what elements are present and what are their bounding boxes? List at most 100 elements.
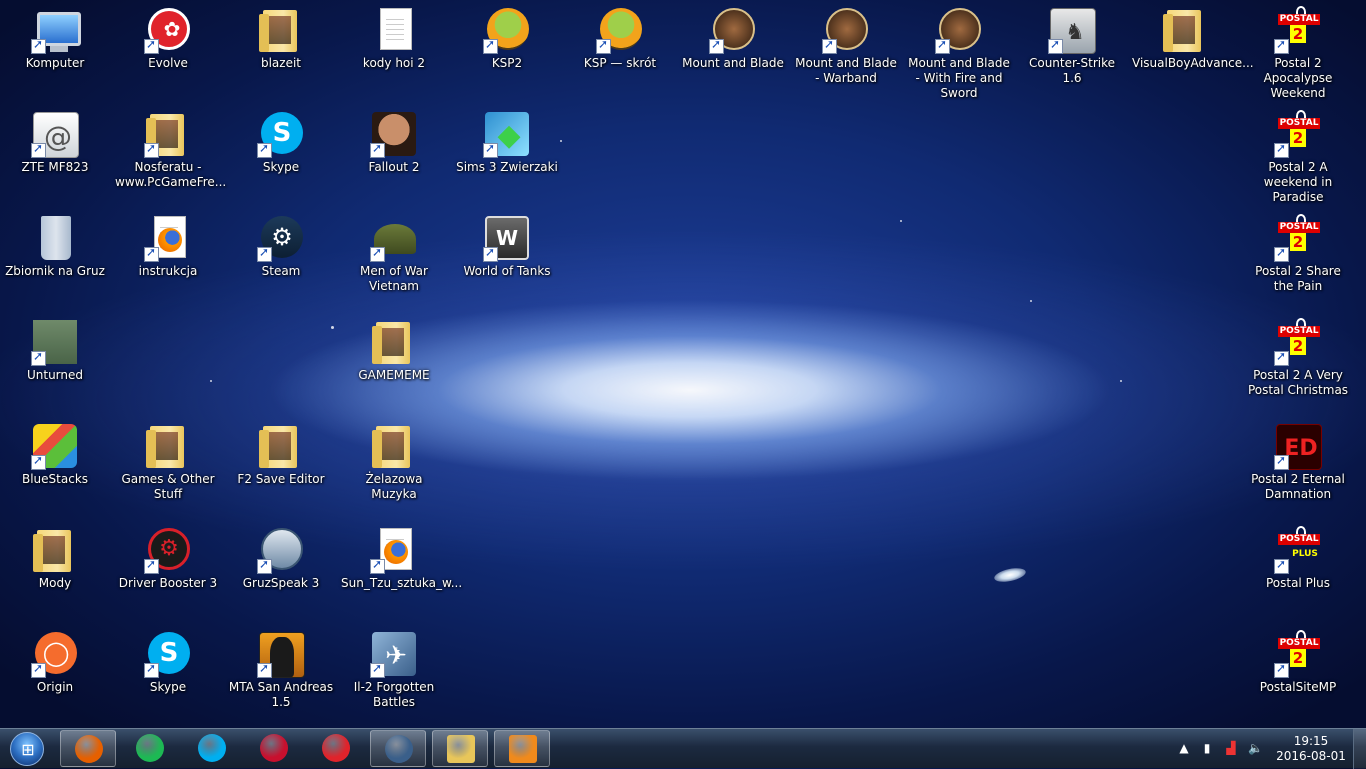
desktop-icon-unturned[interactable]: Unturned	[0, 312, 110, 412]
desktop-icon-skype[interactable]: S Skype	[226, 104, 336, 204]
shortcut-arrow-icon	[144, 557, 159, 574]
desktop-icon-il2[interactable]: ✈Il-2 Forgotten Battles	[339, 624, 449, 724]
desktop-icon-sims[interactable]: ◆ Sims 3 Zwierzaki	[452, 104, 562, 204]
shortcut-arrow-icon	[370, 245, 385, 262]
shortcut-arrow-icon	[31, 37, 46, 54]
shortcut-arrow-icon	[1048, 37, 1063, 54]
show-hidden-icons-icon[interactable]: ▲	[1177, 741, 1191, 755]
desktop-icon-kerbal[interactable]: KSP — skrót	[565, 0, 675, 100]
desktop-icon-mab[interactable]: Mount and Blade - Warband	[791, 0, 901, 100]
taskbar-button-spotify[interactable]	[122, 730, 178, 767]
icon-label: Żelazowa Muzyka	[365, 472, 423, 501]
desktop-icon-mab[interactable]: Mount and Blade - With Fire and Sword	[904, 0, 1014, 100]
desktop-icon-folder[interactable]: GAMEMEME	[339, 312, 449, 412]
icon-label: Komputer	[25, 56, 85, 70]
icon-label: ZTE MF823	[21, 160, 89, 174]
desktop-icon-ts[interactable]: GruzSpeak 3	[226, 520, 336, 620]
shortcut-arrow-icon	[1274, 557, 1289, 574]
icon-image	[144, 422, 192, 470]
icon-label: Zbiornik na Gruz	[5, 264, 105, 278]
desktop-icon-postal[interactable]: POSTAL2 PostalSiteMP	[1243, 624, 1353, 724]
icon-image: ✿	[144, 6, 192, 54]
icon-label: Postal Plus	[1265, 576, 1331, 590]
desktop-icon-doc[interactable]: kody hoi 2	[339, 0, 449, 100]
desktop-icon-mab[interactable]: Mount and Blade	[678, 0, 788, 100]
icon-label: GAMEMEME	[358, 368, 430, 382]
icon-label: PostalSiteMP	[1259, 680, 1337, 694]
start-button[interactable]: ⊞	[4, 730, 50, 767]
icon-image: S	[257, 110, 305, 158]
icon-label: KSP2	[491, 56, 523, 70]
icon-image	[144, 214, 192, 262]
desktop-icon-postalplus[interactable]: POSTALPLUS Postal Plus	[1243, 520, 1353, 620]
desktop-icon-mta[interactable]: MTA San Andreas 1.5	[226, 624, 336, 724]
desktop-icon-postal[interactable]: POSTAL2Postal 2 Share the Pain	[1243, 208, 1353, 308]
desktop-icon-wot[interactable]: W World of Tanks	[452, 208, 562, 308]
taskbar-button-explorer[interactable]	[432, 730, 488, 767]
volume-icon[interactable]: 🔈	[1248, 741, 1263, 755]
usb-device-icon[interactable]: ▮	[1200, 741, 1214, 755]
desktop-icon-fallout[interactable]: Fallout 2	[339, 104, 449, 204]
desktop-icon-folder[interactable]: Games & Other Stuff	[113, 416, 223, 516]
star	[1120, 380, 1122, 382]
icon-image	[257, 6, 305, 54]
desktop-icon-evolve[interactable]: ✿ Evolve	[113, 0, 223, 100]
icon-image: ⚙	[257, 214, 305, 262]
star	[331, 326, 334, 329]
desktop-icon-folder[interactable]: VisualBoyAdvance...	[1130, 0, 1254, 100]
taskbar-button-driver-booster[interactable]	[246, 730, 302, 767]
shortcut-arrow-icon	[935, 37, 950, 54]
icon-image	[370, 422, 418, 470]
desktop-icon-postal[interactable]: POSTAL2Postal 2 A weekend in Paradise	[1243, 104, 1353, 204]
shortcut-arrow-icon	[257, 557, 272, 574]
desktop-icon-driver[interactable]: ⚙ Driver Booster 3	[113, 520, 223, 620]
desktop-icon-kerbal[interactable]: KSP2	[452, 0, 562, 100]
recycle-bin-icon	[41, 216, 71, 260]
shortcut-arrow-icon	[31, 453, 46, 470]
windows-logo-icon: ⊞	[10, 732, 44, 766]
desktop-icon-bin[interactable]: Zbiornik na Gruz	[0, 208, 110, 308]
desktop-icon-ed[interactable]: EDPostal 2 Eternal Damnation	[1243, 416, 1353, 516]
shortcut-arrow-icon	[370, 661, 385, 678]
icon-image	[370, 526, 418, 574]
desktop-icon-monitor[interactable]: Komputer	[0, 0, 110, 100]
icon-label: Postal 2 A Very Postal Christmas	[1247, 368, 1349, 397]
desktop-icon-folder[interactable]: Żelazowa Muzyka	[339, 416, 449, 516]
desktop-icon-cs[interactable]: ♞Counter-Strike 1.6	[1017, 0, 1127, 100]
system-clock[interactable]: 19:15 2016-08-01	[1276, 734, 1346, 764]
icon-image: ✈	[370, 630, 418, 678]
taskbar-button-evolve[interactable]	[308, 730, 364, 767]
shortcut-arrow-icon	[31, 661, 46, 678]
desktop-icon-bluestacks[interactable]: BlueStacks	[0, 416, 110, 516]
desktop-icon-folder[interactable]: F2 Save Editor	[226, 416, 336, 516]
desktop-icon-folder[interactable]: Nosferatu - www.PcGameFre...	[113, 104, 226, 204]
desktop-icon-at[interactable]: @ ZTE MF823	[0, 104, 110, 204]
network-signal-icon[interactable]: ▟	[1224, 741, 1238, 755]
desktop-icon-postal[interactable]: POSTAL2Postal 2 A Very Postal Christmas	[1243, 312, 1353, 412]
icon-label: GruzSpeak 3	[242, 576, 320, 590]
desktop-icon-steam[interactable]: ⚙ Steam	[226, 208, 336, 308]
icon-label: KSP — skrót	[583, 56, 657, 70]
desktop-icon-helmet[interactable]: Men of War Vietnam	[339, 208, 449, 308]
icon-image: POSTAL PLUS	[1274, 526, 1322, 574]
desktop-icon-folder[interactable]: blazeit	[226, 0, 336, 100]
desktop-icon-postal[interactable]: POSTAL2Postal 2 Apocalypse Weekend	[1243, 0, 1353, 100]
desktop-icon-folder[interactable]: Mody	[0, 520, 110, 620]
taskbar-button-skype[interactable]	[184, 730, 240, 767]
desktop-icon-skype[interactable]: S Skype	[113, 624, 223, 724]
shortcut-arrow-icon	[1274, 661, 1289, 678]
icon-label: BlueStacks	[21, 472, 89, 486]
icon-label: Counter-Strike 1.6	[1028, 56, 1115, 85]
icon-image: @	[31, 110, 79, 158]
show-desktop-button[interactable]	[1353, 729, 1366, 769]
desktop-icon-firefoxdoc[interactable]: Sun_Tzu_sztuka_w...	[339, 520, 462, 620]
desktop-icon-firefoxdoc[interactable]: instrukcja	[113, 208, 223, 308]
icon-label: Il-2 Forgotten Battles	[353, 680, 435, 709]
taskbar-button-teamspeak[interactable]	[370, 730, 426, 767]
desktop-icon-origin[interactable]: ◯ Origin	[0, 624, 110, 724]
icon-label: instrukcja	[138, 264, 198, 278]
icon-label: Postal 2 Share the Pain	[1255, 264, 1341, 293]
icon-image: POSTAL 2	[1274, 630, 1322, 678]
taskbar-button-firefox[interactable]	[60, 730, 116, 767]
taskbar-button-media-player[interactable]	[494, 730, 550, 767]
